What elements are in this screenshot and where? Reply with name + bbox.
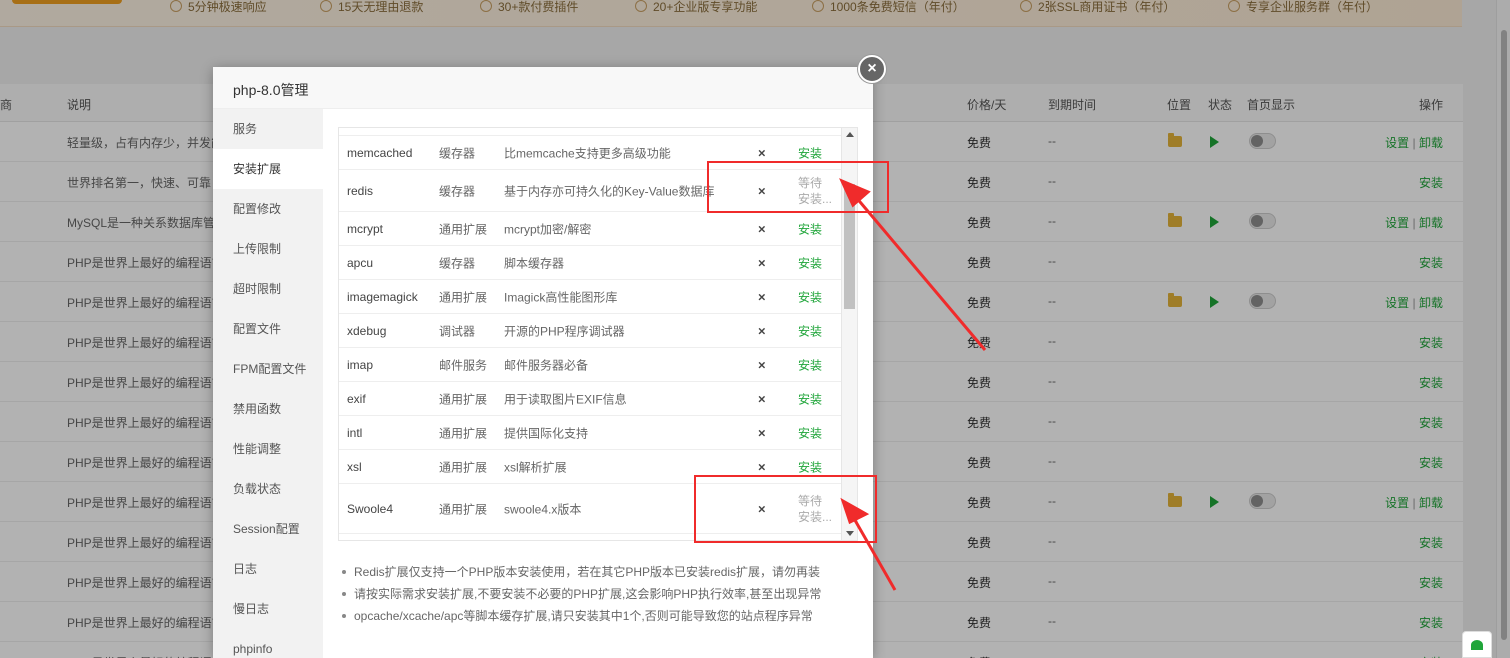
- menu-item[interactable]: 性能调整: [213, 429, 323, 469]
- install-button[interactable]: 安装: [798, 356, 822, 373]
- extension-name: intl: [347, 425, 363, 440]
- extension-name: imagemagick: [347, 289, 418, 304]
- not-installed-icon: ×: [758, 391, 766, 406]
- php-manager-dialog: php-8.0管理 服务 安装扩展 配置修改 上传限制 超时限制 配置文件 FPM配置文件禁…: [213, 67, 873, 658]
- install-button[interactable]: 安装: [798, 288, 822, 305]
- dialog-title-bar: php-8.0管理: [213, 67, 873, 109]
- install-button[interactable]: 安装: [798, 144, 822, 161]
- extension-name: mcrypt: [347, 221, 383, 236]
- extension-desc: swoole4.x版本: [504, 502, 582, 516]
- extension-type: 调试器: [439, 324, 476, 338]
- extension-name: apcu: [347, 255, 374, 270]
- support-chat-icon[interactable]: [1462, 631, 1492, 658]
- extension-name: redis: [347, 183, 374, 198]
- install-button[interactable]: 安装: [798, 220, 822, 237]
- close-dialog-button[interactable]: ×: [858, 55, 886, 83]
- menu-item[interactable]: 上传限制: [213, 229, 323, 269]
- not-installed-icon: ×: [758, 145, 766, 160]
- menu-item[interactable]: 超时限制: [213, 269, 323, 309]
- not-installed-icon: ×: [758, 255, 766, 270]
- extension-row: imagemagick 通用扩展 Imagick高性能图形库 × 安装: [339, 280, 842, 314]
- extension-row: xdebug 调试器 开源的PHP程序调试器 × 安装: [339, 314, 842, 348]
- menu-item[interactable]: 负载状态: [213, 469, 323, 509]
- menu-item[interactable]: 配置修改: [213, 189, 323, 229]
- scroll-up-arrow-icon[interactable]: [846, 132, 854, 137]
- extension-row: exif 通用扩展 用于读取图片EXIF信息 × 安装: [339, 382, 842, 416]
- dialog-title: php-8.0管理: [233, 82, 309, 98]
- extension-type: 通用扩展: [439, 222, 488, 236]
- extension-type: 缓存器: [439, 146, 476, 160]
- tip-item: 请按实际需求安装扩展,不要安装不必要的PHP扩展,这会影响PHP执行效率,甚至出…: [338, 583, 858, 605]
- extension-type: 缓存器: [439, 184, 476, 198]
- extension-desc: 基于内存亦可持久化的Key-Value数据库: [504, 184, 715, 198]
- install-button[interactable]: 安装: [798, 322, 822, 339]
- extension-row: mcrypt 通用扩展 mcrypt加密/解密 × 安装: [339, 212, 842, 246]
- extension-desc: 比memcache支持更多高级功能: [504, 146, 671, 160]
- not-installed-icon: ×: [758, 459, 766, 474]
- table-row-partial: [339, 128, 842, 136]
- tip-item: opcache/xcache/apc等脚本缓存扩展,请只安装其中1个,否则可能导…: [338, 605, 858, 627]
- annotation-box-swoole: [694, 475, 877, 543]
- install-button[interactable]: 安装: [798, 390, 822, 407]
- extension-name: imap: [347, 357, 374, 372]
- extension-type: 邮件服务: [439, 358, 488, 372]
- extension-name: xdebug: [347, 323, 387, 338]
- extension-name: memcached: [347, 145, 413, 160]
- extension-desc: 提供国际化支持: [504, 426, 589, 440]
- extension-type: 通用扩展: [439, 426, 488, 440]
- install-button[interactable]: 安装: [798, 424, 822, 441]
- extension-type: 通用扩展: [439, 392, 488, 406]
- extension-type: 通用扩展: [439, 502, 488, 516]
- extension-desc: 用于读取图片EXIF信息: [504, 392, 627, 406]
- tip-item: Redis扩展仅支持一个PHP版本安装使用，若在其它PHP版本已安装redis扩…: [338, 561, 858, 583]
- install-button[interactable]: 安装: [798, 254, 822, 271]
- menu-item[interactable]: FPM配置文件: [213, 349, 323, 389]
- extension-desc: 邮件服务器必备: [504, 358, 589, 372]
- menu-item[interactable]: 慢日志: [213, 589, 323, 629]
- menu-item[interactable]: 禁用函数: [213, 389, 323, 429]
- extension-name: exif: [347, 391, 366, 406]
- menu-item[interactable]: Session配置: [213, 509, 323, 549]
- extension-desc: Imagick高性能图形库: [504, 290, 618, 304]
- extension-name: Swoole4: [347, 501, 394, 516]
- not-installed-icon: ×: [758, 289, 766, 304]
- extension-type: 缓存器: [439, 256, 476, 270]
- extension-desc: mcrypt加密/解密: [504, 222, 592, 236]
- extension-type: 通用扩展: [439, 460, 488, 474]
- menu-item[interactable]: 日志: [213, 549, 323, 589]
- menu-item[interactable]: 配置文件: [213, 309, 323, 349]
- extension-row: apcu 缓存器 脚本缓存器 × 安装: [339, 246, 842, 280]
- not-installed-icon: ×: [758, 323, 766, 338]
- menu-item[interactable]: phpinfo: [213, 629, 323, 658]
- extension-row: intl 通用扩展 提供国际化支持 × 安装: [339, 416, 842, 450]
- extension-row: imap 邮件服务 邮件服务器必备 × 安装: [339, 348, 842, 382]
- not-installed-icon: ×: [758, 357, 766, 372]
- extension-desc: 脚本缓存器: [504, 256, 565, 270]
- not-installed-icon: ×: [758, 425, 766, 440]
- extension-name: xsl: [347, 459, 362, 474]
- menu-item[interactable]: 服务: [213, 109, 323, 149]
- tips-list: Redis扩展仅支持一个PHP版本安装使用，若在其它PHP版本已安装redis扩…: [338, 561, 858, 627]
- annotation-box-redis: [707, 161, 889, 213]
- menu-item[interactable]: 安装扩展: [213, 149, 323, 189]
- dialog-side-menu: 服务 安装扩展 配置修改 上传限制 超时限制 配置文件 FPM配置文件 禁用函数 性能调整 负载状…: [213, 109, 323, 658]
- extension-desc: xsl解析扩展: [504, 460, 567, 474]
- extension-type: 通用扩展: [439, 290, 488, 304]
- extension-desc: 开源的PHP程序调试器: [504, 324, 625, 338]
- install-button[interactable]: 安装: [798, 458, 822, 475]
- not-installed-icon: ×: [758, 221, 766, 236]
